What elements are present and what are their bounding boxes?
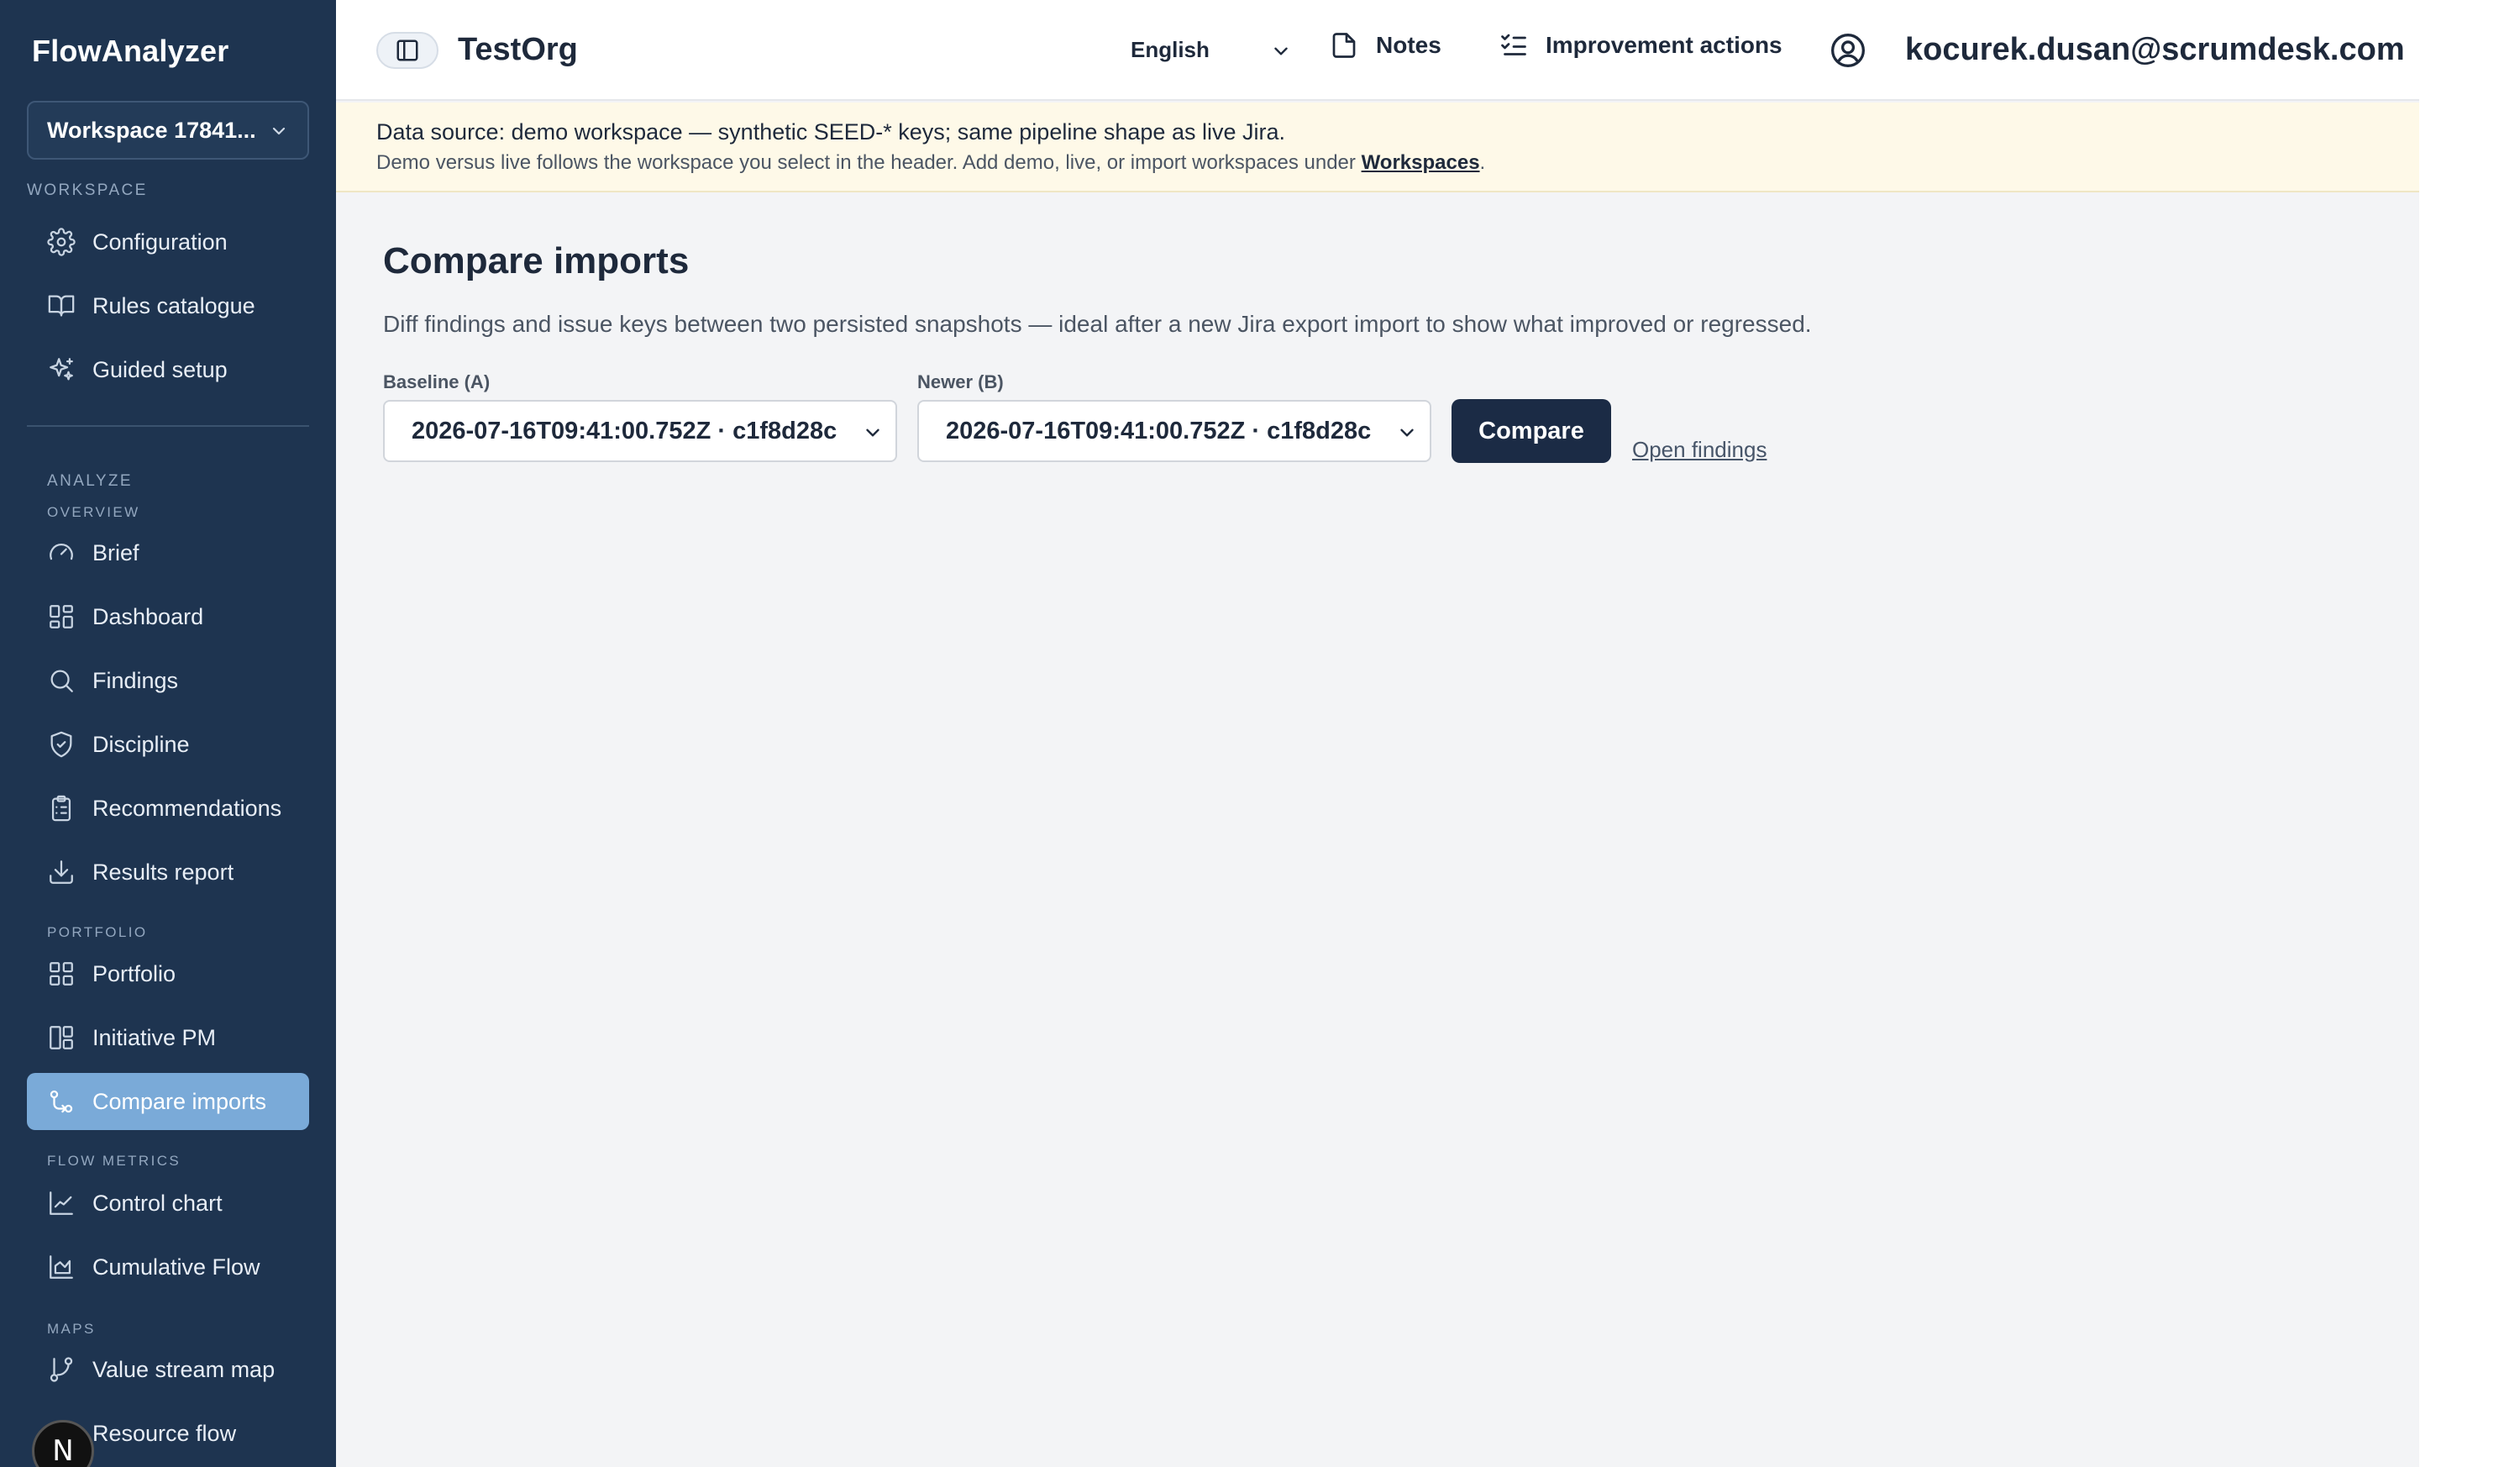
brand-logo[interactable]: FlowAnalyzer bbox=[32, 34, 228, 69]
section-label-overview: OVERVIEW bbox=[47, 504, 140, 520]
main-content bbox=[336, 192, 2419, 1467]
page-description: Diff findings and issue keys between two… bbox=[383, 311, 1812, 337]
data-source-banner: Data source: demo workspace — synthetic … bbox=[336, 103, 2419, 192]
notes-button[interactable]: Notes bbox=[1329, 30, 1441, 60]
clipboard-list-icon bbox=[51, 795, 71, 822]
sidebar-item-rules-catalogue[interactable]: Rules catalogue bbox=[27, 277, 309, 334]
panel-left-icon bbox=[396, 39, 418, 61]
baseline-label: Baseline (A) bbox=[383, 371, 491, 392]
git-branch-icon bbox=[50, 1357, 73, 1382]
section-label-workspace: WORKSPACE bbox=[27, 181, 148, 199]
sidebar-item-label: Portfolio bbox=[92, 960, 176, 986]
banner-line-1: Data source: demo workspace — synthetic … bbox=[376, 119, 1285, 145]
section-label-flow-metrics: FLOW METRICS bbox=[47, 1153, 181, 1169]
section-label-maps: MAPS bbox=[47, 1321, 96, 1337]
compare-button[interactable]: Compare bbox=[1452, 399, 1611, 463]
sidebar: FlowAnalyzer Workspace 17841... WORKSPAC… bbox=[0, 0, 336, 1467]
org-name: TestOrg bbox=[458, 32, 578, 67]
grid-icon bbox=[50, 962, 73, 986]
top-header: TestOrg English Notes Improvement action… bbox=[336, 0, 2419, 101]
sidebar-item-label: Guided setup bbox=[92, 356, 228, 382]
sparkles-icon bbox=[50, 358, 73, 381]
sidebar-toggle-button[interactable] bbox=[376, 32, 438, 69]
book-open-icon bbox=[48, 295, 75, 317]
user-circle-icon[interactable] bbox=[1830, 32, 1866, 69]
gear-icon bbox=[47, 228, 76, 256]
newer-snapshot-select[interactable]: 2026-07-16T09:41:00.752Z · c1f8d28c bbox=[917, 400, 1431, 462]
sidebar-item-label: Brief bbox=[92, 539, 139, 565]
workspaces-link[interactable]: Workspaces bbox=[1362, 151, 1480, 174]
workspace-select[interactable]: Workspace 17841... bbox=[27, 101, 309, 160]
sidebar-item-results-report[interactable]: Results report bbox=[27, 844, 309, 901]
chevron-down-icon bbox=[272, 127, 286, 135]
banner-line-2-suffix: . bbox=[1479, 151, 1486, 174]
banner-line-2: Demo versus live follows the workspace y… bbox=[376, 151, 1485, 175]
sidebar-item-label: Compare imports bbox=[92, 1088, 267, 1114]
sidebar-item-label: Value stream map bbox=[92, 1356, 276, 1382]
right-edge-strip bbox=[2419, 0, 2520, 1467]
sidebar-item-label: Recommendations bbox=[92, 795, 282, 821]
notes-label: Notes bbox=[1376, 32, 1441, 58]
git-compare-icon bbox=[50, 1090, 73, 1113]
sidebar-item-value-stream-map[interactable]: Value stream map bbox=[27, 1341, 309, 1398]
sidebar-item-findings[interactable]: Findings bbox=[27, 652, 309, 709]
baseline-snapshot-select[interactable]: 2026-07-16T09:41:00.752Z · c1f8d28c bbox=[383, 400, 897, 462]
sidebar-item-label: Findings bbox=[92, 667, 179, 693]
workspace-select-value: Workspace 17841... bbox=[47, 117, 256, 143]
area-chart-icon bbox=[50, 1255, 73, 1279]
page-title: Compare imports bbox=[383, 240, 690, 281]
sidebar-item-label: Dashboard bbox=[92, 603, 204, 629]
improvement-actions-button[interactable]: Improvement actions bbox=[1499, 30, 1782, 60]
sidebar-item-cumulative-flow[interactable]: Cumulative Flow bbox=[27, 1238, 309, 1296]
file-icon bbox=[1332, 33, 1356, 58]
sidebar-item-label: Results report bbox=[92, 859, 234, 885]
newer-label: Newer (B) bbox=[917, 371, 1004, 392]
open-findings-link[interactable]: Open findings bbox=[1632, 437, 1767, 463]
newer-snapshot-value: 2026-07-16T09:41:00.752Z · c1f8d28c bbox=[946, 417, 1372, 444]
shield-check-icon bbox=[50, 731, 72, 758]
download-icon bbox=[50, 860, 73, 884]
user-email[interactable]: kocurek.dusan@scrumdesk.com bbox=[1905, 32, 2405, 68]
sidebar-item-dashboard[interactable]: Dashboard bbox=[27, 588, 309, 645]
sidebar-item-guided-setup[interactable]: Guided setup bbox=[27, 341, 309, 398]
sidebar-item-label: Resource flow bbox=[92, 1420, 237, 1446]
language-select[interactable]: English bbox=[1131, 37, 1210, 63]
sidebar-item-label: Configuration bbox=[92, 229, 228, 255]
gauge-icon bbox=[50, 544, 73, 560]
sidebar-item-recommendations[interactable]: Recommendations bbox=[27, 780, 309, 837]
sidebar-item-label: Discipline bbox=[92, 731, 190, 757]
sidebar-item-portfolio[interactable]: Portfolio bbox=[27, 945, 309, 1002]
improvement-actions-label: Improvement actions bbox=[1546, 32, 1782, 58]
sidebar-item-label: Control chart bbox=[92, 1190, 223, 1216]
sidebar-item-control-chart[interactable]: Control chart bbox=[27, 1175, 309, 1232]
section-label-analyze: ANALYZE bbox=[47, 472, 133, 490]
sidebar-item-label: Initiative PM bbox=[92, 1024, 217, 1050]
sidebar-item-label: Cumulative Flow bbox=[92, 1254, 260, 1280]
list-checks-icon bbox=[1501, 34, 1526, 55]
sidebar-divider bbox=[27, 425, 309, 427]
chevron-down-icon bbox=[866, 429, 879, 437]
layout-panels-icon bbox=[50, 1026, 73, 1049]
sidebar-item-configuration[interactable]: Configuration bbox=[27, 213, 309, 271]
sidebar-item-label: Rules catalogue bbox=[92, 292, 255, 318]
sidebar-item-compare-imports[interactable]: Compare imports bbox=[27, 1073, 309, 1130]
sidebar-item-discipline[interactable]: Discipline bbox=[27, 716, 309, 773]
dashboard-grid-icon bbox=[50, 605, 73, 628]
sidebar-item-brief[interactable]: Brief bbox=[27, 524, 309, 581]
line-chart-icon bbox=[50, 1191, 73, 1215]
section-label-portfolio: PORTFOLIO bbox=[47, 924, 148, 940]
chevron-down-icon[interactable] bbox=[1270, 40, 1292, 62]
search-icon bbox=[50, 670, 73, 692]
banner-line-2-text: Demo versus live follows the workspace y… bbox=[376, 151, 1362, 174]
chevron-down-icon bbox=[1400, 429, 1414, 437]
sidebar-item-initiative-pm[interactable]: Initiative PM bbox=[27, 1009, 309, 1066]
baseline-snapshot-value: 2026-07-16T09:41:00.752Z · c1f8d28c bbox=[412, 417, 837, 444]
